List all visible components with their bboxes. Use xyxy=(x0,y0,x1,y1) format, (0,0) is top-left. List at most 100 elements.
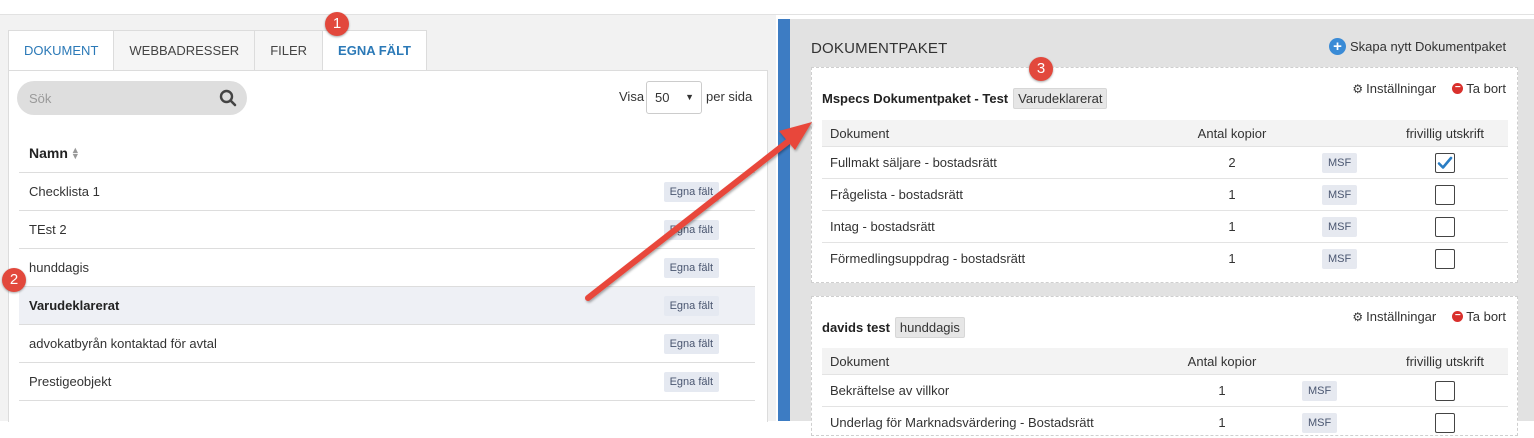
doc-name: Fullmakt säljare - bostadsrätt xyxy=(830,155,997,170)
column-header-label: Namn xyxy=(29,144,68,161)
table-header: Dokument Antal kopior frivillig utskrift xyxy=(822,348,1508,374)
row-name: advokatbyrån kontaktad för avtal xyxy=(29,336,217,351)
table-row[interactable]: Checklista 1 Egna fält xyxy=(19,173,755,211)
doc-name: Bekräftelse av villkor xyxy=(830,383,950,398)
gear-icon: ⚙ xyxy=(1352,309,1364,324)
table-row[interactable]: hunddagis Egna fält xyxy=(19,249,755,287)
search-box xyxy=(17,81,247,115)
create-package-button[interactable]: + Skapa nytt Dokumentpaket xyxy=(1329,38,1506,55)
col-antal-kopior: Antal kopior xyxy=(1187,353,1257,369)
table-row[interactable]: advokatbyrån kontaktad för avtal Egna fä… xyxy=(19,325,755,363)
remove-icon: − xyxy=(1452,83,1464,94)
row-name: hunddagis xyxy=(29,260,89,275)
msf-badge: MSF xyxy=(1302,412,1338,433)
tab-filer[interactable]: FILER xyxy=(254,30,324,72)
settings-link[interactable]: Inställningar xyxy=(1366,81,1436,96)
row-badge: Egna fält xyxy=(663,219,719,240)
optional-print-checkbox[interactable] xyxy=(1435,152,1455,173)
row-badge: Egna fält xyxy=(663,181,719,202)
panel-title: DOKUMENTPAKET xyxy=(811,40,948,57)
checkmark-icon xyxy=(1437,156,1453,169)
optional-print-checkbox[interactable] xyxy=(1435,412,1455,433)
panel-divider-bar xyxy=(778,19,790,421)
document-package-card: Mspecs Dokumentpaket - Test Varudeklarer… xyxy=(811,67,1518,283)
package-tag: hunddagis xyxy=(894,317,965,338)
page-size-select[interactable]: 50 ▼ xyxy=(646,81,702,114)
doc-copies: 1 xyxy=(1228,251,1236,266)
package-actions: ⚙ Inställningar − Ta bort xyxy=(1352,81,1506,96)
package-tag: Varudeklarerat xyxy=(1013,88,1108,109)
remove-icon: − xyxy=(1452,311,1464,322)
package-name: Mspecs Dokumentpaket - Test xyxy=(822,91,1009,106)
col-dokument: Dokument xyxy=(830,353,890,369)
search-input[interactable] xyxy=(17,81,219,115)
remove-link[interactable]: Ta bort xyxy=(1466,309,1506,324)
msf-badge: MSF xyxy=(1322,152,1358,173)
callout-badge: 3 xyxy=(1029,57,1053,81)
table-row: Förmedlingsuppdrag - bostadsrätt 1 MSF xyxy=(822,242,1508,274)
table-row[interactable]: TEst 2 Egna fält xyxy=(19,211,755,249)
tab-dokument[interactable]: DOKUMENT xyxy=(8,30,115,72)
page-size-value: 50 xyxy=(655,90,670,105)
col-dokument: Dokument xyxy=(830,125,890,141)
callout-badge: 2 xyxy=(2,268,26,292)
col-frivillig-utskrift: frivillig utskrift xyxy=(1405,125,1484,141)
per-sida-label: per sida xyxy=(706,89,753,104)
msf-badge: MSF xyxy=(1322,184,1358,205)
optional-print-checkbox[interactable] xyxy=(1435,184,1455,205)
msf-badge: MSF xyxy=(1302,380,1338,401)
sort-icon[interactable]: ▲ ▼ xyxy=(71,145,80,160)
doc-name: Förmedlingsuppdrag - bostadsrätt xyxy=(830,251,1026,266)
msf-badge: MSF xyxy=(1322,248,1358,269)
table-row[interactable]: Prestigeobjekt Egna fält xyxy=(19,363,755,401)
optional-print-checkbox[interactable] xyxy=(1435,380,1455,401)
row-badge: Egna fält xyxy=(663,295,719,316)
row-name: Checklista 1 xyxy=(29,184,100,199)
optional-print-checkbox[interactable] xyxy=(1435,216,1455,237)
package-documents-table: Dokument Antal kopior frivillig utskrift… xyxy=(822,348,1508,438)
doc-name: Underlag för Marknadsvärdering - Bostads… xyxy=(830,415,1094,430)
tab-webbadresser[interactable]: WEBBADRESSER xyxy=(113,30,256,72)
caret-down-icon: ▼ xyxy=(685,92,694,102)
doc-copies: 1 xyxy=(1218,383,1226,398)
settings-link[interactable]: Inställningar xyxy=(1366,309,1436,324)
row-name: Varudeklarerat xyxy=(29,298,120,313)
optional-print-checkbox[interactable] xyxy=(1435,248,1455,269)
gear-icon: ⚙ xyxy=(1352,81,1364,96)
row-name: Prestigeobjekt xyxy=(29,374,112,389)
table-row: Fullmakt säljare - bostadsrätt 2 MSF xyxy=(822,146,1508,178)
table-row: Bekräftelse av villkor 1 MSF xyxy=(822,374,1508,406)
package-title: davids test hunddagis xyxy=(822,317,965,338)
row-badge: Egna fält xyxy=(663,257,719,278)
row-badge: Egna fält xyxy=(663,371,719,392)
package-actions: ⚙ Inställningar − Ta bort xyxy=(1352,309,1506,324)
document-package-card: davids test hunddagis ⚙ Inställningar − … xyxy=(811,296,1518,436)
doc-copies: 1 xyxy=(1228,187,1236,202)
doc-name: Intag - bostadsrätt xyxy=(830,219,935,234)
doc-copies: 2 xyxy=(1228,155,1236,170)
column-header-namn[interactable]: Namn ▲ ▼ xyxy=(19,133,755,173)
table-row: Intag - bostadsrätt 1 MSF xyxy=(822,210,1508,242)
col-frivillig-utskrift: frivillig utskrift xyxy=(1405,353,1484,369)
search-icon[interactable] xyxy=(219,89,237,110)
package-title: Mspecs Dokumentpaket - Test Varudeklarer… xyxy=(822,88,1108,109)
row-badge: Egna fält xyxy=(663,333,719,354)
col-antal-kopior: Antal kopior xyxy=(1197,125,1267,141)
callout-badge: 1 xyxy=(325,12,349,36)
remove-link[interactable]: Ta bort xyxy=(1466,81,1506,96)
plus-circle-icon: + xyxy=(1329,38,1346,55)
package-documents-table: Dokument Antal kopior frivillig utskrift… xyxy=(822,120,1508,274)
table-row: Frågelista - bostadsrätt 1 MSF xyxy=(822,178,1508,210)
tab-bar: DOKUMENT WEBBADRESSER FILER EGNA FÄLT xyxy=(8,30,427,72)
row-name: TEst 2 xyxy=(29,222,67,237)
doc-copies: 1 xyxy=(1218,415,1226,430)
doc-copies: 1 xyxy=(1228,219,1236,234)
custom-fields-table: Namn ▲ ▼ Checklista 1 Egna fält TEst 2 Eg… xyxy=(19,133,755,401)
table-row-selected[interactable]: Varudeklarerat Egna fält xyxy=(19,287,755,325)
table-header: Dokument Antal kopior frivillig utskrift xyxy=(822,120,1508,146)
table-row: Underlag för Marknadsvärdering - Bostads… xyxy=(822,406,1508,438)
create-package-label: Skapa nytt Dokumentpaket xyxy=(1350,39,1507,54)
package-name: davids test xyxy=(822,320,890,335)
doc-name: Frågelista - bostadsrätt xyxy=(830,187,963,202)
tab-egna-falt[interactable]: EGNA FÄLT xyxy=(322,30,427,72)
